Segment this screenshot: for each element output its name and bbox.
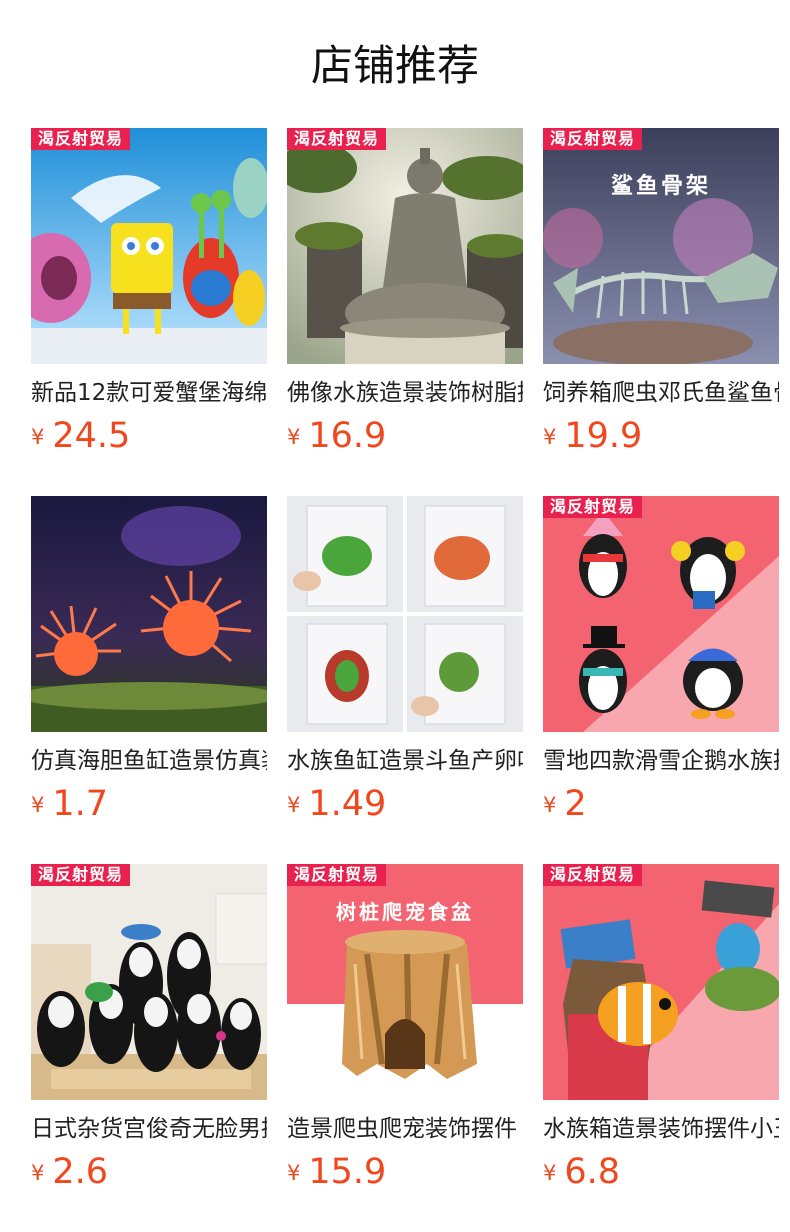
price-amount: 24.5 <box>52 416 131 456</box>
product-image[interactable]: 渴反射贸易 <box>31 864 267 1100</box>
product-price: ¥16.9 <box>287 414 386 458</box>
product-name[interactable]: 新品12款可爱蟹堡海绵宝宝鱼缸造景摆件 <box>31 376 267 410</box>
product-name[interactable]: 佛像水族造景装饰树脂摆件 <box>287 376 523 410</box>
product-card[interactable]: 仿真海胆鱼缸造景仿真装饰 ¥1.7 <box>31 496 267 836</box>
currency-symbol: ¥ <box>543 793 557 817</box>
product-name[interactable]: 饲养箱爬虫邓氏鱼鲨鱼骨架装饰摆件 <box>543 376 779 410</box>
product-image[interactable]: 渴反射贸易 <box>543 864 779 1100</box>
store-badge: 渴反射贸易 <box>31 128 131 150</box>
product-image[interactable] <box>31 496 267 732</box>
product-card[interactable]: 渴反射贸易 水族箱造景装饰摆件小丑鱼 ¥6.8 <box>543 864 779 1204</box>
price-amount: 19.9 <box>564 416 643 456</box>
section-title: 店铺推荐 <box>310 41 479 90</box>
product-image[interactable] <box>287 496 523 732</box>
price-amount: 1.49 <box>308 784 387 824</box>
store-badge: 渴反射贸易 <box>543 864 643 886</box>
product-name[interactable]: 造景爬虫爬宠装饰摆件 <box>287 1112 523 1146</box>
store-badge: 渴反射贸易 <box>31 864 131 886</box>
product-name[interactable]: 日式杂货宫俊奇无脸男摆件 <box>31 1112 267 1146</box>
product-image[interactable]: 渴反射贸易 鲨鱼骨架 <box>543 128 779 364</box>
currency-symbol: ¥ <box>543 1161 557 1185</box>
currency-symbol: ¥ <box>31 1161 45 1185</box>
product-price: ¥19.9 <box>543 414 642 458</box>
currency-symbol: ¥ <box>287 1161 301 1185</box>
product-card[interactable]: 渴反射贸易 树桩爬宠食盆 造景爬虫爬宠装饰摆件 ¥15.9 <box>287 864 523 1204</box>
price-amount: 1.7 <box>52 784 109 824</box>
product-price: ¥1.49 <box>287 782 386 826</box>
product-price: ¥2.6 <box>31 1150 108 1194</box>
store-badge: 渴反射贸易 <box>287 864 387 886</box>
store-badge: 渴反射贸易 <box>543 128 643 150</box>
currency-symbol: ¥ <box>287 793 301 817</box>
price-amount: 2 <box>564 784 587 824</box>
product-image[interactable]: 渴反射贸易 树桩爬宠食盆 <box>287 864 523 1100</box>
currency-symbol: ¥ <box>31 425 45 449</box>
product-price: ¥24.5 <box>31 414 130 458</box>
price-amount: 15.9 <box>308 1152 387 1192</box>
product-price: ¥1.7 <box>31 782 108 826</box>
product-name[interactable]: 水族鱼缸造景斗鱼产卵叶 <box>287 744 523 778</box>
image-caption: 树桩爬宠食盆 <box>336 900 474 924</box>
store-badge: 渴反射贸易 <box>287 128 387 150</box>
product-name[interactable]: 仿真海胆鱼缸造景仿真装饰 <box>31 744 267 778</box>
image-caption: 鲨鱼骨架 <box>610 174 711 199</box>
product-card[interactable]: 渴反射贸易 佛像水族造景装饰树脂摆件 ¥16.9 <box>287 128 523 468</box>
price-amount: 6.8 <box>564 1152 621 1192</box>
product-card[interactable]: 渴反射贸易 雪地四款滑雪企鹅水族摆件 ¥2 <box>543 496 779 836</box>
product-card[interactable]: 水族鱼缸造景斗鱼产卵叶 ¥1.49 <box>287 496 523 836</box>
product-image[interactable]: 渴反射贸易 <box>287 128 523 364</box>
product-name[interactable]: 雪地四款滑雪企鹅水族摆件 <box>543 744 779 778</box>
product-image[interactable]: 渴反射贸易 <box>543 496 779 732</box>
price-amount: 16.9 <box>308 416 387 456</box>
currency-symbol: ¥ <box>543 425 557 449</box>
product-price: ¥2 <box>543 782 587 826</box>
product-card[interactable]: 渴反射贸易 新品12款可爱蟹堡海绵宝宝鱼缸造景摆件 ¥24.5 <box>31 128 267 468</box>
currency-symbol: ¥ <box>287 425 301 449</box>
product-grid: 渴反射贸易 新品12款可爱蟹堡海绵宝宝鱼缸造景摆件 ¥24.5 <box>31 128 779 1218</box>
product-price: ¥6.8 <box>543 1150 620 1194</box>
product-card[interactable]: 渴反射贸易 鲨鱼骨架 饲养箱爬虫邓氏鱼鲨鱼骨架装饰摆件 ¥19.9 <box>543 128 779 468</box>
product-card[interactable]: 渴反射贸易 日式杂货宫俊奇无脸男摆件 ¥2.6 <box>31 864 267 1204</box>
currency-symbol: ¥ <box>31 793 45 817</box>
store-badge: 渴反射贸易 <box>543 496 643 518</box>
product-name[interactable]: 水族箱造景装饰摆件小丑鱼 <box>543 1112 779 1146</box>
product-image[interactable]: 渴反射贸易 <box>31 128 267 364</box>
product-price: ¥15.9 <box>287 1150 386 1194</box>
price-amount: 2.6 <box>52 1152 109 1192</box>
